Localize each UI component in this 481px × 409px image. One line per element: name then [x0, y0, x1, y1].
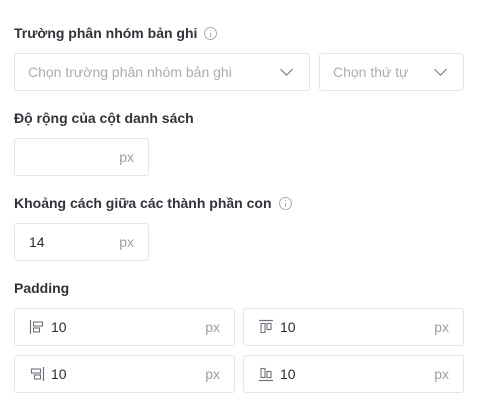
padding-bottom-value: 10: [280, 366, 296, 382]
info-icon[interactable]: [204, 26, 218, 40]
padding-label: Padding: [14, 279, 69, 297]
padding-left-value: 10: [51, 319, 67, 335]
group-field-select[interactable]: Chọn trường phân nhóm bản ghi: [14, 53, 310, 91]
child-spacing-value: 14: [29, 234, 45, 250]
group-field-label: Trường phân nhóm bản ghi: [14, 24, 218, 42]
padding-left-icon: [29, 320, 44, 334]
column-width-label: Độ rộng của cột danh sách: [14, 109, 194, 127]
column-width-unit: px: [119, 149, 134, 165]
padding-label-text: Padding: [14, 280, 70, 296]
column-width-input[interactable]: px: [14, 138, 149, 176]
chevron-down-icon: [280, 63, 293, 76]
padding-left-unit: px: [205, 319, 220, 335]
info-icon[interactable]: [278, 196, 292, 210]
padding-left-input[interactable]: 10 px: [14, 308, 235, 346]
padding-right-unit: px: [205, 366, 220, 382]
padding-top-unit: px: [434, 319, 449, 335]
padding-right-icon: [30, 367, 45, 381]
group-field-label-text: Trường phân nhóm bản ghi: [14, 25, 198, 41]
order-select[interactable]: Chọn thứ tự: [319, 53, 464, 91]
padding-bottom-input[interactable]: 10 px: [243, 355, 464, 393]
padding-top-input[interactable]: 10 px: [243, 308, 464, 346]
child-spacing-unit: px: [119, 234, 134, 250]
order-placeholder: Chọn thứ tự: [333, 64, 409, 80]
child-spacing-label: Khoảng cách giữa các thành phần con: [14, 194, 292, 212]
padding-top-value: 10: [280, 319, 296, 335]
padding-bottom-icon: [259, 367, 273, 382]
chevron-down-icon: [434, 63, 447, 76]
child-spacing-input[interactable]: 14 px: [14, 223, 149, 261]
padding-right-value: 10: [51, 366, 67, 382]
child-spacing-label-text: Khoảng cách giữa các thành phần con: [14, 195, 272, 211]
group-field-placeholder: Chọn trường phân nhóm bản ghi: [28, 64, 232, 80]
padding-right-input[interactable]: 10 px: [14, 355, 235, 393]
padding-bottom-unit: px: [434, 366, 449, 382]
padding-top-icon: [259, 319, 273, 334]
column-width-label-text: Độ rộng của cột danh sách: [14, 110, 194, 126]
